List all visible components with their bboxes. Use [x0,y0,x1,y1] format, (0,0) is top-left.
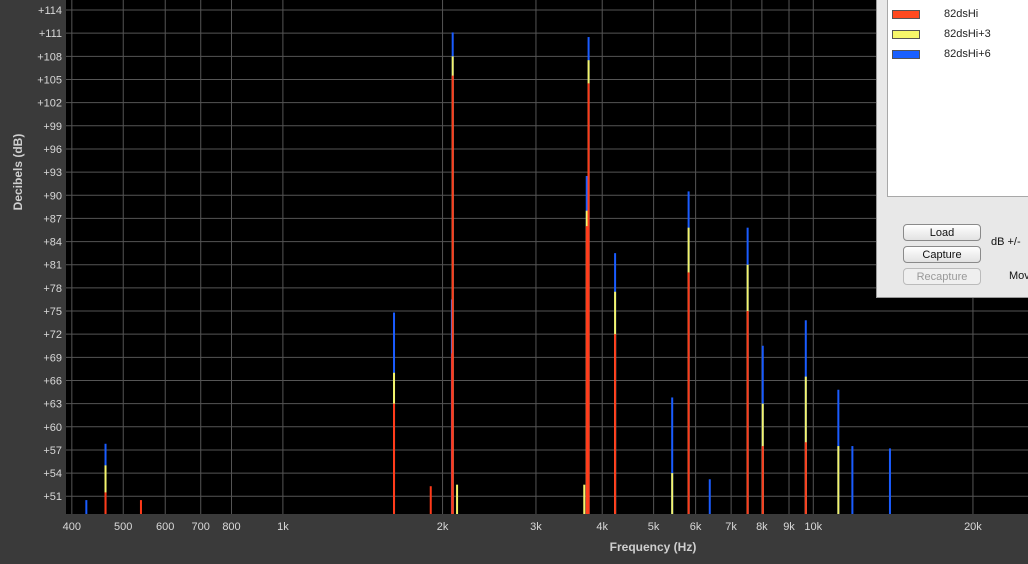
y-tick-label: +57 [43,445,62,457]
spectrum-bar [804,442,807,514]
x-tick-label: 7k [725,521,737,533]
spectrum-bar [583,484,586,514]
load-button[interactable]: Load [903,224,981,241]
y-tick-label: +81 [43,260,62,272]
db-range-label: dB +/- [991,236,1021,248]
y-tick-label: +96 [43,144,62,156]
spectrum-bar [104,492,107,514]
spectrum-bar [139,500,142,514]
y-tick-label: +108 [37,51,62,63]
recapture-button[interactable]: Recapture [903,268,981,285]
y-tick-label: +75 [43,306,62,318]
spectrum-bar [746,311,749,514]
x-tick-label: 5k [648,521,660,533]
x-tick-label: 8k [756,521,768,533]
x-tick-label: 500 [114,521,132,533]
y-tick-label: +60 [43,422,62,434]
spectrum-bar [708,479,711,514]
spectrum-bar [585,226,588,514]
control-panel: 82dsHi 82dsHi+3 82dsHi+6 Load Capture Re… [876,0,1028,298]
legend-item-82dshi-plus-6[interactable]: 82dsHi+6 [892,48,1028,62]
y-tick-label: +93 [43,167,62,179]
y-tick-label: +99 [43,121,62,133]
spectrum-bar [837,446,840,514]
spectrum-bar [671,473,674,514]
y-tick-label: +102 [37,98,62,110]
y-tick-label: +78 [43,283,62,295]
spectrum-bar [85,500,88,514]
spectrum-bar [456,484,459,514]
spectrum-bar [761,446,764,514]
legend-item-82dshi[interactable]: 82dsHi [892,8,1028,22]
move-label: Mov [1009,270,1028,282]
x-tick-label: 600 [156,521,174,533]
y-tick-label: +111 [39,28,62,40]
legend-label: 82dsHi+3 [944,28,991,40]
legend-swatch [892,50,920,59]
spectrum-bar [851,446,854,514]
x-tick-label: 9k [783,521,795,533]
y-axis-label: Decibels (dB) [11,134,25,211]
y-tick-label: +63 [43,399,62,411]
x-tick-label: 6k [690,521,702,533]
spectrum-bar [587,83,590,514]
y-tick-label: +54 [43,468,62,480]
y-tick-label: +114 [38,5,62,17]
y-tick-label: +51 [43,491,62,503]
x-tick-label: 4k [596,521,608,533]
y-tick-label: +66 [43,375,62,387]
x-tick-label: 20k [964,521,982,533]
x-tick-label: 1k [277,521,289,533]
legend: 82dsHi 82dsHi+3 82dsHi+6 [887,0,1028,197]
spectrum-bar [888,448,891,514]
y-tick-label: +90 [43,190,62,202]
y-tick-label: +87 [43,213,62,225]
legend-label: 82dsHi [944,8,979,20]
y-tick-label: +69 [43,352,62,364]
x-tick-label: 3k [530,521,542,533]
spectrum-bar [614,334,617,514]
x-tick-label: 2k [437,521,449,533]
spectrum-bar [429,486,432,514]
x-tick-label: 800 [222,521,240,533]
spectrum-bar [393,403,396,514]
legend-label: 82dsHi+6 [944,48,991,60]
legend-swatch [892,30,920,39]
y-tick-label: +84 [43,237,62,249]
legend-swatch [892,10,920,19]
x-axis-label: Frequency (Hz) [610,540,697,554]
y-tick-label: +105 [37,74,62,86]
capture-button[interactable]: Capture [903,246,981,263]
x-tick-label: 10k [804,521,822,533]
y-tick-label: +72 [43,329,62,341]
spectrum-bar [687,272,690,514]
legend-item-82dshi-plus-3[interactable]: 82dsHi+3 [892,28,1028,42]
spectrum-chart: +51 +54 +57 +60 +63 +66 +69 +72 +75 +78 +81 +84 +87 +… [0,0,1028,564]
x-tick-label: 400 [63,521,81,533]
spectrum-bar [451,353,454,514]
x-tick-label: 700 [192,521,210,533]
